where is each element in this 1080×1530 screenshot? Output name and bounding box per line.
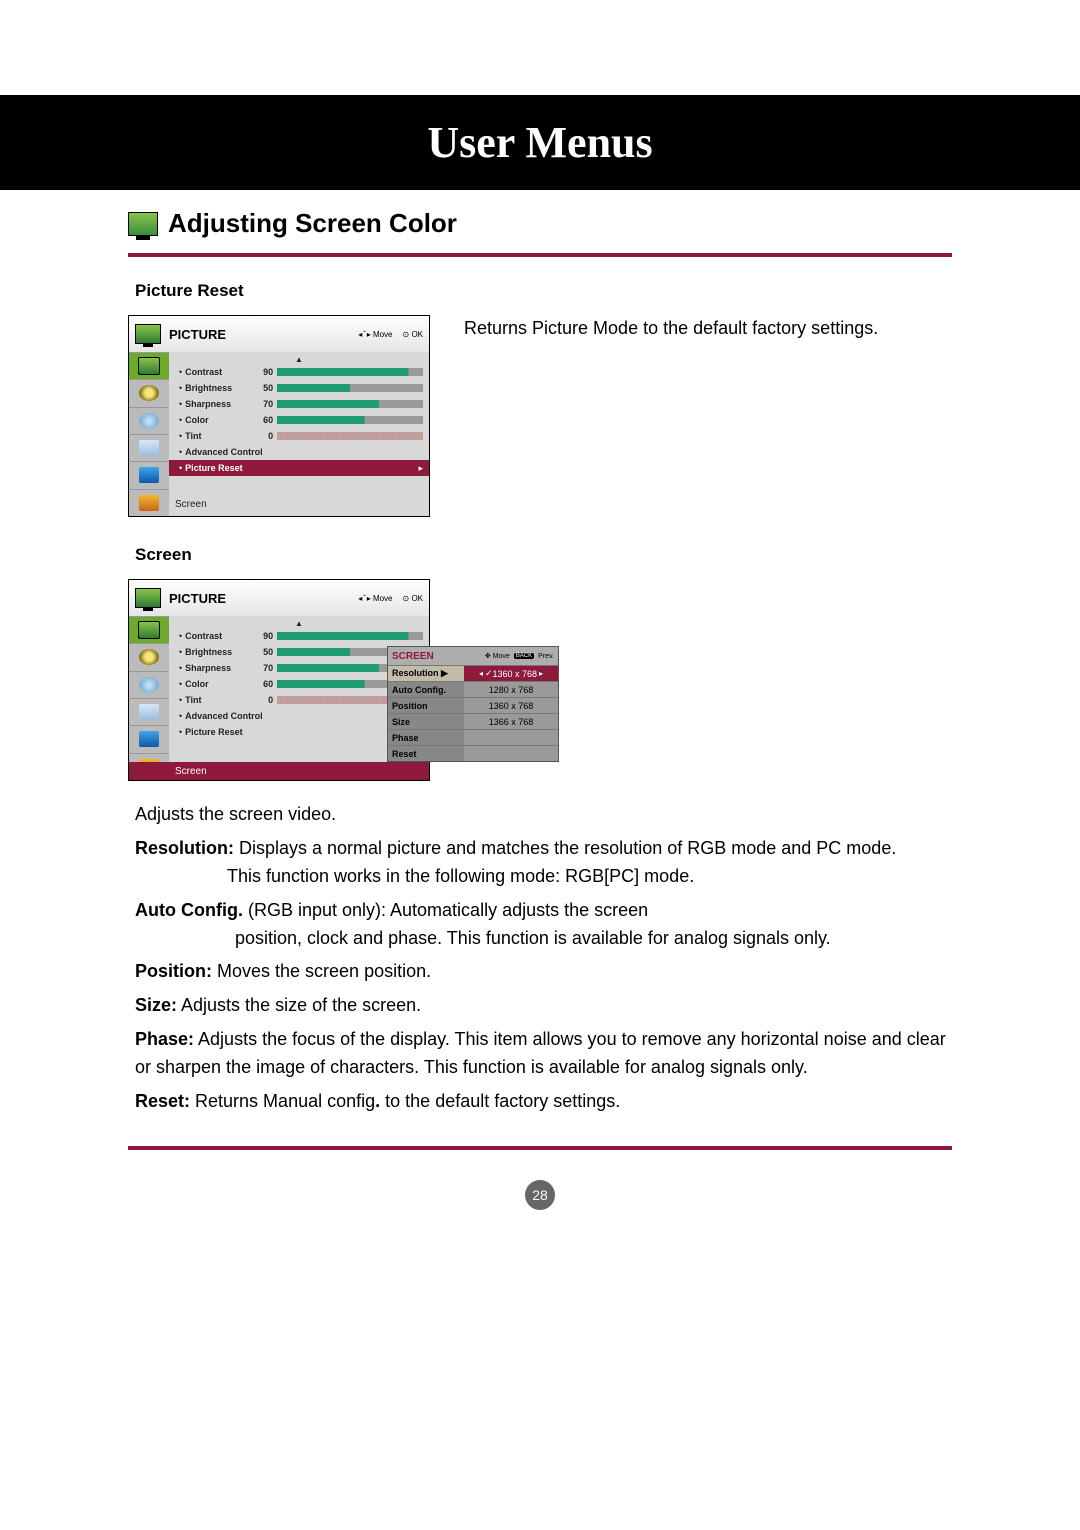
osd-main: ▲ •Contrast90 •Brightness50 •Sharpness70… xyxy=(169,352,429,516)
row-sharpness[interactable]: •Sharpness70 xyxy=(169,396,429,412)
tv-icon xyxy=(128,212,158,236)
popup-title: SCREEN xyxy=(392,651,434,662)
move-hint: ◂ ̂ ▸ Move xyxy=(358,594,392,603)
desc-intro: Adjusts the screen video. xyxy=(135,801,952,829)
osd-title-bar: PICTURE ◂ ̂ ▸ Move ⊙ OK xyxy=(129,316,429,352)
sidebar-item-audio[interactable] xyxy=(129,643,169,670)
desc-phase: Phase: Adjusts the focus of the display.… xyxy=(135,1026,952,1082)
move-hint: ✥ Move xyxy=(485,652,510,660)
row-color[interactable]: •Color60 xyxy=(169,412,429,428)
row-brightness[interactable]: •Brightness50 xyxy=(169,380,429,396)
sidebar-item-network[interactable] xyxy=(129,461,169,488)
section-header: Adjusting Screen Color xyxy=(0,190,1080,249)
sidebar-item-time[interactable] xyxy=(129,671,169,698)
sidebar-item-option[interactable] xyxy=(129,434,169,461)
row-tint[interactable]: •Tint0 xyxy=(169,428,429,444)
row-contrast[interactable]: •Contrast90 xyxy=(169,364,429,380)
prev-hint: BACK xyxy=(514,653,534,659)
row-contrast[interactable]: •Contrast90 xyxy=(169,628,429,644)
up-arrow-icon[interactable]: ▲ xyxy=(169,619,429,628)
ok-hint: ⊙ OK xyxy=(403,330,424,339)
sidebar-item-audio[interactable] xyxy=(129,379,169,406)
popup-row-size[interactable]: Size1366 x 768 xyxy=(388,713,558,729)
page-title: User Menus xyxy=(427,117,652,168)
osd-picture-1: PICTURE ◂ ̂ ▸ Move ⊙ OK ▲ •Contrast xyxy=(128,315,430,517)
header-bar: User Menus xyxy=(0,95,1080,190)
sidebar-item-picture[interactable] xyxy=(129,352,169,379)
popup-row-reset[interactable]: Reset xyxy=(388,745,558,761)
page-number: 28 xyxy=(525,1180,555,1210)
popup-row-resolution[interactable]: Resolution ▶ ◂✓ 1360 x 768▸ xyxy=(388,665,558,681)
move-hint: ◂ ̂ ▸ Move xyxy=(358,330,392,339)
popup-row-autoconfig[interactable]: Auto Config.1280 x 768 xyxy=(388,681,558,697)
popup-header: SCREEN ✥ Move BACK Prev. xyxy=(388,647,558,665)
row-advanced[interactable]: •Advanced Control xyxy=(169,444,429,460)
desc-resolution: Resolution: Displays a normal picture an… xyxy=(135,835,952,891)
sidebar-item-option[interactable] xyxy=(129,698,169,725)
row-picture-reset[interactable]: •Picture Reset▸ xyxy=(169,460,429,476)
desc-reset: Reset: Returns Manual config. to the def… xyxy=(135,1088,952,1116)
popup-row-position[interactable]: Position1360 x 768 xyxy=(388,697,558,713)
divider xyxy=(128,1146,952,1150)
section-title: Adjusting Screen Color xyxy=(168,208,457,239)
screen-label[interactable]: Screen xyxy=(175,499,207,510)
osd-title: PICTURE xyxy=(169,327,226,342)
sidebar-item-picture[interactable] xyxy=(129,616,169,643)
osd-title-bar: PICTURE ◂ ̂ ▸ Move ⊙ OK xyxy=(129,580,429,616)
osd-title: PICTURE xyxy=(169,591,226,606)
popup-row-phase[interactable]: Phase xyxy=(388,729,558,745)
description-block: Adjusts the screen video. Resolution: Di… xyxy=(0,781,1080,1116)
osd-picture-2: PICTURE ◂ ̂ ▸ Move ⊙ OK ▲ •Contrast xyxy=(128,579,430,781)
divider xyxy=(128,253,952,257)
desc-position: Position: Moves the screen position. xyxy=(135,958,952,986)
sidebar-item-time[interactable] xyxy=(129,407,169,434)
screen-popup: SCREEN ✥ Move BACK Prev. Resolution ▶ ◂✓… xyxy=(387,646,559,762)
picture-reset-label: Picture Reset xyxy=(135,281,1080,301)
desc-autoconfig: Auto Config. (RGB input only): Automatic… xyxy=(135,897,952,953)
picture-reset-desc: Returns Picture Mode to the default fact… xyxy=(464,315,952,342)
sidebar-item-network[interactable] xyxy=(129,725,169,752)
desc-size: Size: Adjusts the size of the screen. xyxy=(135,992,952,1020)
sidebar-item-usb[interactable] xyxy=(129,489,169,516)
osd-sidebar xyxy=(129,352,169,516)
tv-icon xyxy=(135,588,161,608)
screen-row-highlight[interactable]: Screen xyxy=(129,762,429,780)
up-arrow-icon[interactable]: ▲ xyxy=(169,355,429,364)
osd-sidebar xyxy=(129,616,169,780)
screen-section-label: Screen xyxy=(135,545,1080,565)
tv-icon xyxy=(135,324,161,344)
ok-hint: ⊙ OK xyxy=(403,594,424,603)
